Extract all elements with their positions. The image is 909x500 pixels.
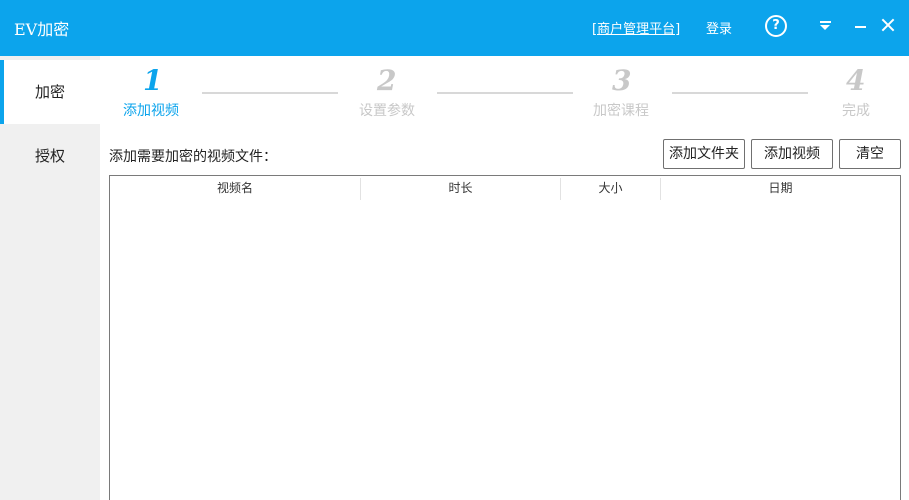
step-connector (202, 92, 338, 94)
step-4-number: 4 (846, 64, 866, 97)
step-3-number: 3 (612, 64, 632, 97)
column-header-video-name[interactable]: 视频名 (110, 176, 360, 200)
video-table[interactable]: 视频名 时长 大小 日期 (109, 175, 901, 500)
login-link[interactable]: 登录 (706, 18, 732, 37)
column-header-size[interactable]: 大小 (561, 176, 660, 200)
step-1-number: 1 (143, 64, 163, 97)
add-folder-button[interactable]: 添加文件夹 (663, 139, 745, 169)
sidebar-item-authorize[interactable]: 授权 (0, 124, 100, 188)
column-header-date[interactable]: 日期 (661, 176, 900, 200)
title-bar: EV加密 [商户管理平台] 登录 ? (0, 0, 909, 56)
close-icon[interactable] (881, 18, 895, 32)
step-connector (672, 92, 808, 94)
menu-dropdown-icon[interactable] (820, 19, 832, 33)
merchant-platform-link[interactable]: [商户管理平台] (592, 18, 680, 37)
step-1-label: 添加视频 (123, 103, 179, 119)
column-header-duration[interactable]: 时长 (361, 176, 560, 200)
add-files-prompt: 添加需要加密的视频文件： (109, 149, 277, 165)
table-header: 视频名 时长 大小 日期 (110, 176, 900, 200)
help-icon[interactable]: ? (765, 15, 787, 37)
sidebar-item-encrypt[interactable]: 加密 (0, 60, 100, 124)
table-body[interactable] (110, 200, 900, 500)
step-3-label: 加密课程 (593, 103, 649, 119)
clear-button[interactable]: 清空 (839, 139, 901, 169)
step-connector (437, 92, 573, 94)
sidebar: 加密 授权 (0, 56, 100, 500)
step-4-label: 完成 (842, 103, 870, 119)
minimize-icon[interactable] (855, 26, 866, 28)
app-title: EV加密 (14, 20, 70, 39)
step-2-number: 2 (377, 64, 397, 97)
step-2-label: 设置参数 (359, 103, 415, 119)
add-video-button[interactable]: 添加视频 (751, 139, 833, 169)
